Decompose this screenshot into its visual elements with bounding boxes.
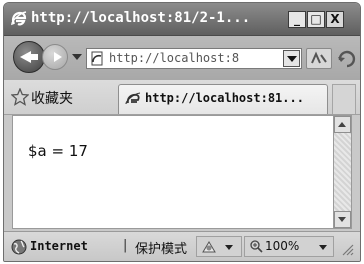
vertical-scrollbar[interactable] bbox=[334, 115, 352, 229]
status-separator: | bbox=[123, 238, 128, 253]
page-content: $a = 17 bbox=[12, 115, 334, 229]
tab-title: http://localhost:81... bbox=[145, 91, 304, 105]
forward-arrow-icon[interactable] bbox=[42, 44, 68, 70]
zoom-level: 100% bbox=[265, 239, 300, 253]
compatibility-view-icon[interactable] bbox=[306, 48, 332, 69]
window-title: http://localhost:81/2-1... bbox=[31, 10, 251, 26]
page-icon bbox=[125, 92, 141, 105]
address-bar[interactable]: http://localhost:8 bbox=[86, 48, 302, 69]
chevron-down-icon bbox=[225, 245, 233, 250]
recent-pages-dropdown[interactable] bbox=[72, 54, 82, 60]
scroll-up-button[interactable] bbox=[334, 116, 351, 133]
favorites-star-icon[interactable] bbox=[11, 88, 29, 106]
tab-current[interactable]: http://localhost:81... bbox=[118, 84, 328, 114]
resize-grip-icon[interactable] bbox=[340, 242, 354, 256]
ie-logo-icon bbox=[11, 11, 27, 26]
minimize-button[interactable]: _ bbox=[288, 11, 306, 28]
status-bar: Internet | 保护模式 100% bbox=[4, 231, 360, 261]
security-zone-label: Internet bbox=[30, 239, 88, 253]
chevron-down-icon bbox=[319, 245, 327, 250]
compat-glyph-icon bbox=[311, 51, 327, 64]
close-button[interactable]: X bbox=[326, 11, 344, 28]
zoom-button[interactable]: 100% bbox=[244, 236, 334, 257]
page-output-text: $a = 17 bbox=[28, 142, 88, 160]
new-tab-button[interactable] bbox=[332, 84, 356, 114]
browser-window: http://localhost:81/2-1... _ □ X http://… bbox=[3, 2, 361, 262]
security-button[interactable] bbox=[196, 236, 242, 257]
page-icon bbox=[91, 51, 103, 66]
title-bar[interactable]: http://localhost:81/2-1... _ □ X bbox=[4, 3, 360, 36]
navigation-bar: http://localhost:8 bbox=[4, 36, 360, 80]
favorites-label[interactable]: 收藏夹 bbox=[31, 88, 73, 108]
magnifier-icon bbox=[250, 240, 263, 253]
globe-icon bbox=[11, 239, 27, 255]
protected-mode-label: 保护模式 bbox=[135, 242, 188, 257]
address-text[interactable]: http://localhost:8 bbox=[109, 51, 267, 65]
maximize-button[interactable]: □ bbox=[307, 11, 325, 28]
refresh-icon[interactable] bbox=[336, 48, 358, 69]
scroll-down-button[interactable] bbox=[334, 211, 351, 228]
back-arrow-icon[interactable] bbox=[13, 41, 45, 73]
security-icon bbox=[202, 241, 216, 253]
favorites-bar: 收藏夹 http://localhost:81... bbox=[4, 80, 360, 115]
address-dropdown-button[interactable] bbox=[283, 50, 300, 67]
